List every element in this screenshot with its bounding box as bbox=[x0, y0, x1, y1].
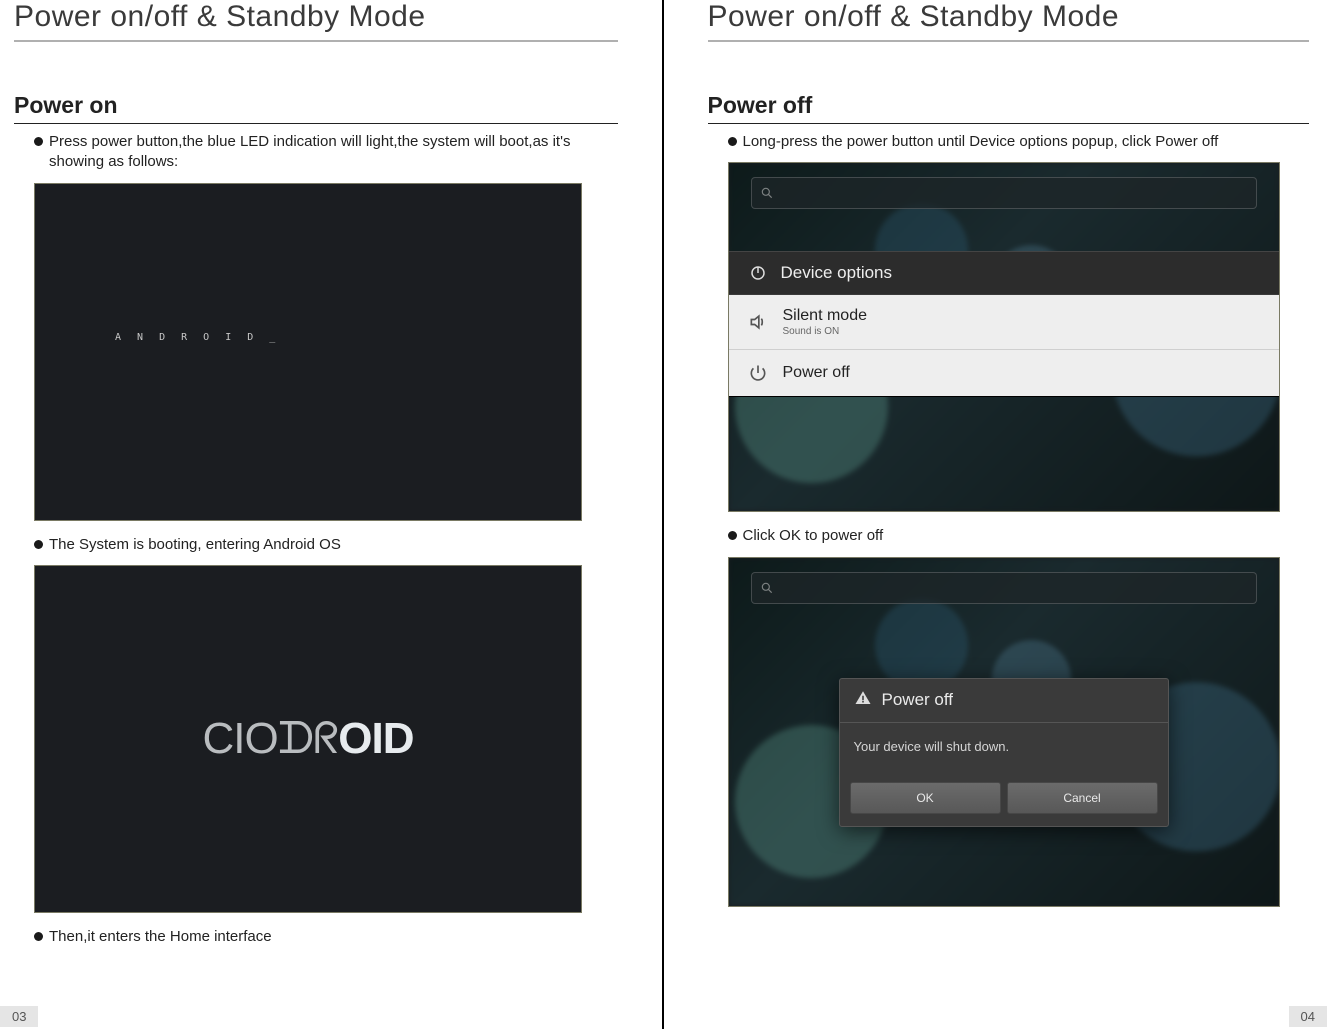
bullet-text: Then,it enters the Home interface bbox=[49, 927, 272, 947]
bullet-text: The System is booting, entering Android … bbox=[49, 535, 341, 555]
screenshot-boot: A N D R O I D _ bbox=[34, 183, 582, 521]
bullet-icon bbox=[728, 137, 737, 146]
bullet-press-power: Press power button,the blue LED indicati… bbox=[34, 132, 618, 173]
device-options-title: Device options bbox=[781, 263, 893, 283]
search-bar[interactable] bbox=[751, 572, 1257, 604]
screenshot-android-logo: CIOᗪᖇOID bbox=[34, 565, 582, 913]
silent-mode-title: Silent mode bbox=[783, 307, 868, 325]
bullet-icon bbox=[34, 540, 43, 549]
main-title-right: Power on/off & Standby Mode bbox=[708, 0, 1310, 42]
power-off-label: Power off bbox=[783, 364, 850, 382]
boot-text: A N D R O I D _ bbox=[115, 332, 280, 343]
silent-mode-item[interactable]: Silent mode Sound is ON bbox=[729, 295, 1279, 350]
screenshot-device-options: Device options Silent mode Sound is ON P… bbox=[728, 162, 1280, 512]
power-icon bbox=[747, 262, 769, 284]
bullet-click-ok: Click OK to power off bbox=[728, 526, 1310, 546]
bullet-booting: The System is booting, entering Android … bbox=[34, 535, 618, 555]
main-title-left: Power on/off & Standby Mode bbox=[14, 0, 618, 42]
bullet-text: Press power button,the blue LED indicati… bbox=[49, 132, 618, 173]
bullet-text: Click OK to power off bbox=[743, 526, 884, 546]
android-logo: CIOᗪᖇOID bbox=[202, 714, 413, 764]
search-icon bbox=[760, 581, 774, 595]
search-icon bbox=[760, 186, 774, 200]
poweroff-dialog: Power off Your device will shut down. OK… bbox=[839, 678, 1169, 827]
ok-button[interactable]: OK bbox=[850, 782, 1001, 814]
bullet-icon bbox=[34, 137, 43, 146]
dialog-button-row: OK Cancel bbox=[840, 774, 1168, 826]
warning-icon bbox=[854, 689, 872, 712]
bullet-text: Long-press the power button until Device… bbox=[743, 132, 1219, 152]
sound-icon bbox=[747, 311, 769, 333]
dialog-header: Power off bbox=[840, 679, 1168, 723]
page-number-left: 03 bbox=[0, 1006, 38, 1027]
sub-title-power-off: Power off bbox=[708, 92, 1310, 124]
bullet-longpress: Long-press the power button until Device… bbox=[728, 132, 1310, 152]
dialog-body: Your device will shut down. bbox=[840, 723, 1168, 774]
page-03: Power on/off & Standby Mode Power on Pre… bbox=[0, 0, 664, 1029]
cancel-button[interactable]: Cancel bbox=[1007, 782, 1158, 814]
power-icon bbox=[747, 362, 769, 384]
device-options-header: Device options bbox=[729, 252, 1279, 295]
sub-title-power-on: Power on bbox=[14, 92, 618, 124]
screenshot-poweroff-dialog: Power off Your device will shut down. OK… bbox=[728, 557, 1280, 907]
power-off-item[interactable]: Power off bbox=[729, 350, 1279, 396]
dialog-title: Power off bbox=[882, 690, 954, 710]
silent-mode-text-group: Silent mode Sound is ON bbox=[783, 307, 868, 337]
silent-mode-sub: Sound is ON bbox=[783, 326, 868, 337]
bullet-icon bbox=[34, 932, 43, 941]
device-options-popup: Device options Silent mode Sound is ON P… bbox=[729, 251, 1279, 397]
page-number-right: 04 bbox=[1289, 1006, 1327, 1027]
bullet-home-interface: Then,it enters the Home interface bbox=[34, 927, 618, 947]
search-bar[interactable] bbox=[751, 177, 1257, 209]
bullet-icon bbox=[728, 531, 737, 540]
page-04: Power on/off & Standby Mode Power off Lo… bbox=[664, 0, 1327, 1029]
